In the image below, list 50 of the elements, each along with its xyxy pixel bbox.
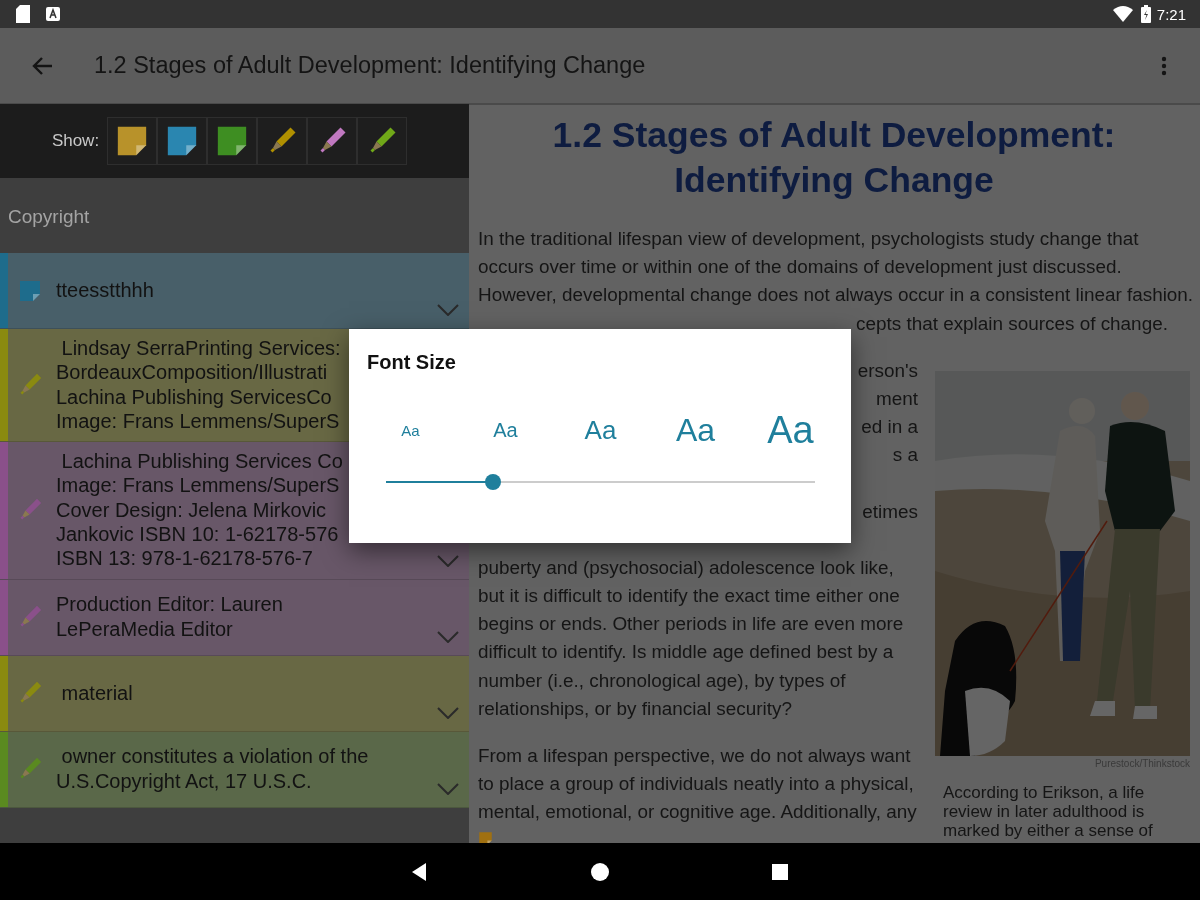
notification-icon <box>46 7 60 21</box>
annotation-text: tteesstthhh <box>55 277 154 303</box>
font-size-option[interactable]: Aa <box>675 414 716 446</box>
font-size-option[interactable]: Aa <box>584 417 617 443</box>
chapter-heading: 1.2 Stages of Adult Development: Identifying Change <box>551 114 1117 202</box>
note-filter-button[interactable] <box>107 117 158 165</box>
annotation-text: material <box>60 680 133 706</box>
annotation-row[interactable]: tteesstthhh <box>0 253 469 329</box>
recents-nav-button[interactable] <box>770 861 790 882</box>
chevron-down-icon[interactable] <box>437 706 459 719</box>
annotation-text: Lindsay SerraPrinting Services: BordeauxComposition/Illustrati Lachina Publishing ServicesCo Image: Frans Lemmens/SuperS <box>55 336 341 434</box>
back-arrow-icon <box>32 56 52 75</box>
note-filter-button[interactable] <box>157 117 208 165</box>
recents-icon <box>770 861 790 882</box>
note-icon <box>478 830 493 843</box>
highlight-filter-button[interactable] <box>357 117 408 165</box>
battery-icon <box>1140 5 1151 23</box>
body-paragraph: puberty and (psychosocial) adolescence look like, but it is difficult to identify the exact time either one begins or ends. Other periods in life are even more difficult to identify. Is middle age defined best by a number (i.e., chronological age), by types of relationships, or by financial security? <box>478 555 905 721</box>
annotation-row[interactable]: owner constitutes a violation of the U.S.Copyright Act, 17 U.S.C. <box>0 731 469 808</box>
text-fragment: erson's ment ed in a s a <box>857 358 918 468</box>
annotation-row[interactable]: Production Editor: Lauren LePeraMedia Editor <box>0 579 469 656</box>
chevron-down-icon[interactable] <box>437 782 459 795</box>
home-nav-button[interactable] <box>590 861 610 882</box>
wifi-icon <box>1112 6 1133 22</box>
status-time: 7:21 <box>1156 5 1186 23</box>
annotation-row[interactable]: material <box>0 655 469 732</box>
annotation-text: owner constitutes a violation of the U.S.Copyright Act, 17 U.S.C. <box>55 744 369 794</box>
text-fragment: etimes <box>862 499 918 524</box>
body-paragraph: From a lifespan perspective, we do not always want to place a group of individuals neatly into a physical, mental, emotional, or cognitive age. Additionally, any <box>478 744 918 825</box>
body-paragraph: In the traditional lifespan view of development, psychologists study change that occurs over time or within one of the domains of development just discussed. However, developmental change does not always occur in a consistent linear fashion. <box>478 227 1190 308</box>
text-fragment: cepts that explain sources of change. <box>856 311 1168 336</box>
font-size-slider[interactable] <box>386 474 815 490</box>
sd-card-icon <box>16 5 30 23</box>
slider-thumb[interactable] <box>485 474 502 490</box>
highlight-filter-button[interactable] <box>307 117 358 165</box>
annotation-text: Lachina Publishing Services Co Image: Frans Lemmens/SuperS Cover Design: Jelena Mirkovic Jankovic ISBN 10: 1-62178-576 ISBN 13: 978-1-62178-576-7 <box>55 449 343 572</box>
dialog-title: Font Size <box>367 351 456 374</box>
figure-caption: According to Erikson, a life review in later adulthood is marked by either a sense of <box>942 782 1154 840</box>
home-icon <box>590 861 610 882</box>
note-filter-button[interactable] <box>207 117 258 165</box>
toolbar-title: 1.2 Stages of Adult Development: Identifying Change <box>94 52 647 79</box>
font-size-option[interactable]: Aa <box>767 411 814 449</box>
font-size-option[interactable]: Aa <box>493 420 518 440</box>
annotation-text: Production Editor: Lauren LePeraMedia Editor <box>55 592 283 642</box>
note-icon <box>18 278 42 303</box>
highlight-filter-button[interactable] <box>257 117 308 165</box>
font-size-option[interactable]: Aa <box>401 422 420 438</box>
section-title: Copyright <box>8 206 90 227</box>
show-label: Show: <box>51 131 100 151</box>
more-icon <box>1161 55 1167 76</box>
